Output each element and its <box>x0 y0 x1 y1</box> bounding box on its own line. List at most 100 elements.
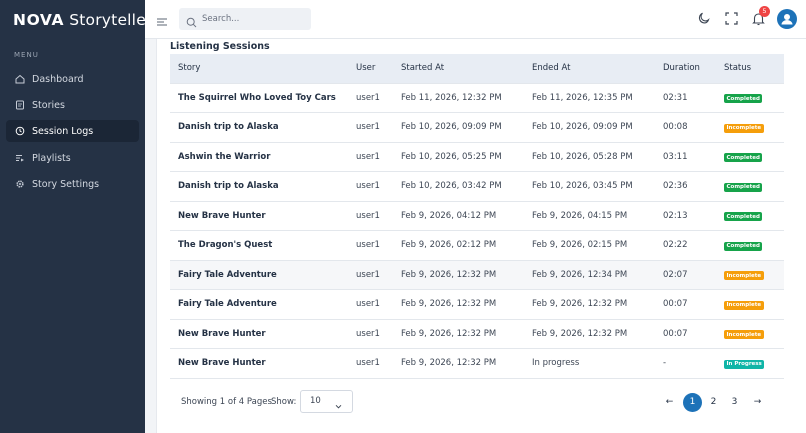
sidebar-item-dashboard[interactable]: Dashboard <box>6 68 139 90</box>
status-badge: Incomplete <box>724 330 764 339</box>
table-row[interactable]: Danish trip to Alaska user1 Feb 10, 2026, … <box>170 171 784 201</box>
prev-page-button[interactable]: ← <box>660 393 679 412</box>
cell-status: Incomplete <box>716 259 784 290</box>
table-row[interactable]: Danish trip to Alaska user1 Feb 10, 2026, … <box>170 112 784 142</box>
brand-logo[interactable]: NOVA Storyteller <box>13 11 153 29</box>
status-badge: Incomplete <box>724 271 764 280</box>
cell-user: user1 <box>348 171 393 201</box>
sidebar-item-label: Session Logs <box>32 125 94 137</box>
page-button-2[interactable]: 2 <box>704 393 723 412</box>
page-button-1[interactable]: 1 <box>683 393 702 412</box>
cell-started-at: Feb 9, 2026, 02:12 PM <box>393 230 524 260</box>
cell-story: Fairy Tale Adventure <box>170 289 348 319</box>
table-row[interactable]: The Dragon's Quest user1 Feb 9, 2026, 02:1… <box>170 230 784 260</box>
sidebar: NOVA Storyteller MENU Dashboard Stories … <box>0 0 152 433</box>
cell-story: Danish trip to Alaska <box>170 112 348 142</box>
page-size-select[interactable]: 10 <box>300 390 353 413</box>
table-row[interactable]: Ashwin the Warrior user1 Feb 10, 2026, 05:… <box>170 141 784 172</box>
column-header-ended-at[interactable]: Ended At <box>524 54 655 83</box>
table-header-row: Story User Started At Ended At Duration … <box>170 54 784 83</box>
cell-duration: 02:07 <box>655 259 716 290</box>
chevron-down-icon <box>335 398 342 409</box>
cell-story: The Dragon's Quest <box>170 230 348 260</box>
cell-started-at: Feb 9, 2026, 12:32 PM <box>393 289 524 319</box>
home-icon <box>14 74 25 85</box>
cell-ended-at: In progress <box>524 348 655 379</box>
cell-story: Ashwin the Warrior <box>170 141 348 172</box>
cell-started-at: Feb 9, 2026, 12:32 PM <box>393 318 524 349</box>
table-row[interactable]: New Brave Hunter user1 Feb 9, 2026, 12:32 … <box>170 318 784 349</box>
cell-user: user1 <box>348 112 393 142</box>
search-box <box>179 8 311 30</box>
next-page-button[interactable]: → <box>748 393 767 412</box>
dark-mode-icon[interactable] <box>696 11 711 26</box>
cell-story: New Brave Hunter <box>170 348 348 379</box>
cell-user: user1 <box>348 348 393 379</box>
cell-started-at: Feb 10, 2026, 03:42 PM <box>393 171 524 201</box>
menu-toggle-icon[interactable] <box>156 13 168 26</box>
cell-status: In Progress <box>716 348 784 379</box>
cell-user: user1 <box>348 141 393 172</box>
status-badge: Incomplete <box>724 300 764 310</box>
cell-story: Danish trip to Alaska <box>170 171 348 201</box>
cell-started-at: Feb 9, 2026, 04:12 PM <box>393 200 524 231</box>
cell-ended-at: Feb 10, 2026, 09:09 PM <box>524 112 655 142</box>
sessions-table: Story User Started At Ended At Duration … <box>170 54 784 379</box>
cell-started-at: Feb 9, 2026, 12:32 PM <box>393 259 524 290</box>
cell-duration: 02:36 <box>655 171 716 201</box>
column-header-story[interactable]: Story <box>170 54 348 83</box>
cell-started-at: Feb 10, 2026, 09:09 PM <box>393 112 524 142</box>
cell-ended-at: Feb 9, 2026, 12:34 PM <box>524 259 655 290</box>
cell-ended-at: Feb 9, 2026, 12:32 PM <box>524 318 655 349</box>
cell-status: Incomplete <box>716 112 784 142</box>
table-row[interactable]: New Brave Hunter user1 Feb 9, 2026, 04:12 … <box>170 200 784 231</box>
gear-icon <box>14 179 25 190</box>
search-icon <box>186 13 197 28</box>
cell-story: The Squirrel Who Loved Toy Cars <box>170 82 348 113</box>
cell-ended-at: Feb 10, 2026, 05:28 PM <box>524 141 655 172</box>
cell-duration: 02:13 <box>655 200 716 231</box>
cell-status: Completed <box>716 171 784 201</box>
status-badge: In Progress <box>724 359 765 369</box>
cell-ended-at: Feb 10, 2026, 03:45 PM <box>524 171 655 201</box>
cell-ended-at: Feb 9, 2026, 02:15 PM <box>524 230 655 260</box>
cell-status: Completed <box>716 82 784 113</box>
avatar[interactable] <box>777 9 797 29</box>
table-row[interactable]: New Brave Hunter user1 Feb 9, 2026, 12:32 … <box>170 348 784 379</box>
sidebar-item-label: Dashboard <box>32 73 84 85</box>
table-row[interactable]: Fairy Tale Adventure user1 Feb 9, 2026, 12… <box>170 289 784 319</box>
table-row[interactable]: Fairy Tale Adventure user1 Feb 9, 2026, 12… <box>170 259 784 290</box>
cell-duration: 03:11 <box>655 141 716 172</box>
sidebar-item-label: Story Settings <box>32 178 100 190</box>
sidebar-item-stories[interactable]: Stories <box>6 94 139 116</box>
fullscreen-icon[interactable] <box>724 11 739 26</box>
topbar: 5 <box>145 0 806 39</box>
table-row[interactable]: The Squirrel Who Loved Toy Cars user1 Feb … <box>170 82 784 113</box>
status-badge: Completed <box>724 94 763 103</box>
history-icon <box>14 126 25 137</box>
search-input[interactable] <box>202 11 302 27</box>
column-header-status[interactable]: Status <box>716 54 784 83</box>
status-badge: Completed <box>724 212 763 221</box>
cell-duration: 02:22 <box>655 230 716 260</box>
cell-status: Completed <box>716 230 784 260</box>
column-header-started-at[interactable]: Started At <box>393 54 524 83</box>
status-badge: Completed <box>724 182 763 192</box>
cell-duration: 00:07 <box>655 289 716 319</box>
cell-story: New Brave Hunter <box>170 200 348 231</box>
sidebar-item-label: Stories <box>32 99 65 111</box>
sidebar-item-story-settings[interactable]: Story Settings <box>6 173 139 195</box>
column-header-duration[interactable]: Duration <box>655 54 716 83</box>
menu-label: MENU <box>14 51 39 59</box>
cell-status: Completed <box>716 200 784 231</box>
cell-duration: - <box>655 348 716 379</box>
sidebar-item-session-logs[interactable]: Session Logs <box>6 120 139 142</box>
cell-story: New Brave Hunter <box>170 318 348 349</box>
column-header-user[interactable]: User <box>348 54 393 83</box>
sidebar-item-playlists[interactable]: Playlists <box>6 147 139 169</box>
cell-ended-at: Feb 9, 2026, 12:32 PM <box>524 289 655 319</box>
book-icon <box>14 100 25 111</box>
status-badge: Completed <box>724 153 763 162</box>
page-button-3[interactable]: 3 <box>725 393 744 412</box>
status-badge: Completed <box>724 241 763 251</box>
